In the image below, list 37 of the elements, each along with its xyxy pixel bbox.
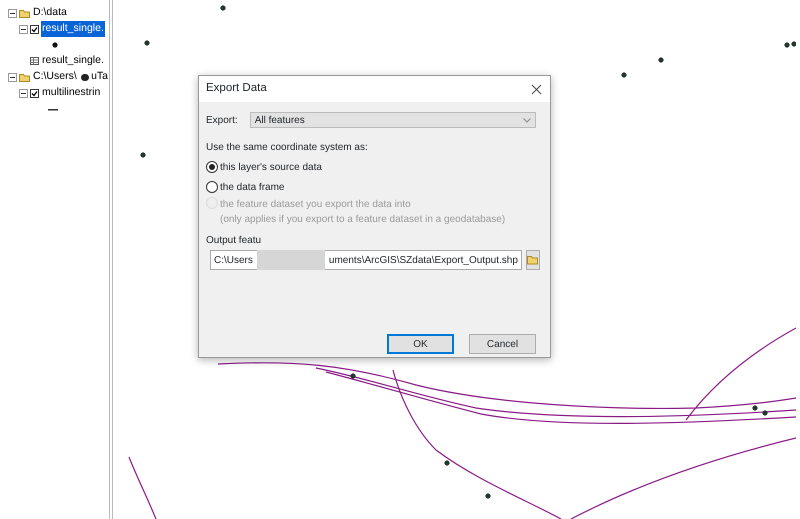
output-label: Output featu [206,234,262,248]
folder-icon [19,8,30,18]
path-field[interactable]: C:\Users uments\ArcGIS\SZdata\Export_Output.shp [210,250,522,270]
folder-label[interactable]: uTa [90,69,109,85]
option-note: (only applies if you export to a feature dataset in a geodatabase) [220,213,506,227]
table-label[interactable]: result_single. [41,53,105,69]
checkbox[interactable] [30,24,39,34]
table-icon [30,57,39,65]
layer-label[interactable]: result_single. [41,21,105,37]
caret-icon [523,118,531,122]
folder-label[interactable]: D:\data [32,5,68,21]
close-icon[interactable] [531,84,542,94]
option-label: this layer's source data [220,160,322,174]
ok-button[interactable]: OK [387,334,454,354]
layer-label[interactable]: multilinestrin [41,85,102,101]
folder-icon [19,72,30,82]
export-dropdown[interactable]: All features [250,112,536,128]
collapse-icon[interactable] [8,8,17,18]
radio-button[interactable] [206,181,218,193]
line-symbol-icon [48,108,58,110]
redaction-mark [256,250,325,270]
cancel-button[interactable]: Cancel [469,334,536,354]
radio-button[interactable] [206,161,218,173]
redaction-mark [80,74,90,80]
collapse-icon[interactable] [19,88,28,98]
point-symbol-icon [52,42,58,48]
export-label: Export: [206,114,238,128]
dialog-title: Export Data [206,81,267,96]
collapse-icon[interactable] [8,72,17,82]
browse-button[interactable] [526,250,540,270]
option-label: the data frame [220,180,284,194]
folder-label[interactable]: C:\Users\ [32,69,78,85]
checkbox[interactable] [30,88,39,98]
collapse-icon[interactable] [19,24,28,34]
option-label: the feature dataset you export the data into [220,198,412,212]
folder-icon [526,255,539,265]
coord-label: Use the same coordinate system as: [206,141,369,155]
